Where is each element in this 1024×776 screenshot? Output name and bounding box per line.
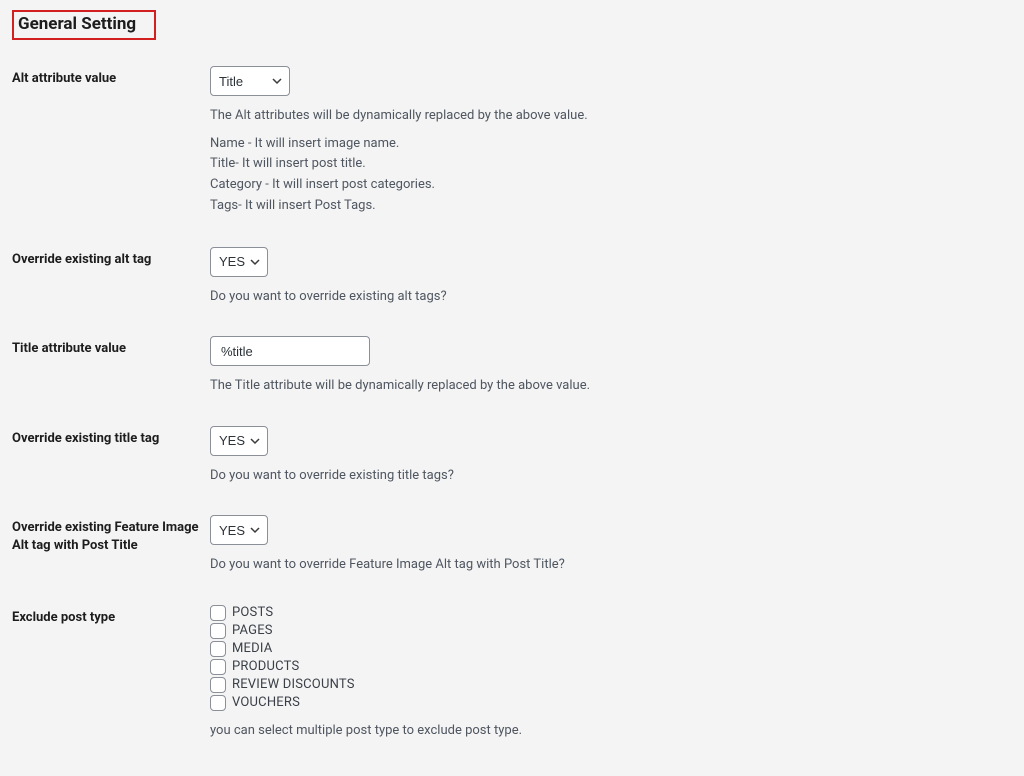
checkbox-label-products[interactable]: PRODUCTS [232, 659, 299, 674]
checkbox-item-review-discounts: REVIEW DISCOUNTS [210, 677, 1012, 693]
checkbox-item-posts: POSTS [210, 605, 1012, 621]
label-title-attribute: Title attribute value [12, 341, 126, 356]
section-title: General Setting [18, 14, 136, 34]
label-override-title: Override existing title tag [12, 431, 159, 446]
explain-tags: Tags- It will insert Post Tags. [210, 196, 1012, 217]
checkbox-item-vouchers: VOUCHERS [210, 695, 1012, 711]
checkbox-label-pages[interactable]: PAGES [232, 623, 273, 638]
override-feature-desc: Do you want to override Feature Image Al… [210, 555, 1012, 575]
override-alt-select[interactable]: YES [210, 247, 268, 277]
checkbox-products[interactable] [210, 659, 226, 675]
explain-title: Title- It will insert post title. [210, 154, 1012, 175]
override-feature-select[interactable]: YES [210, 515, 268, 545]
settings-page: General Setting Alt attribute value Titl… [0, 0, 1024, 776]
checkbox-label-review-discounts[interactable]: REVIEW DISCOUNTS [232, 677, 355, 692]
checkbox-label-posts[interactable]: POSTS [232, 605, 273, 620]
section-title-highlight: General Setting [12, 10, 156, 40]
label-exclude-post-type: Exclude post type [12, 610, 115, 625]
checkbox-media[interactable] [210, 641, 226, 657]
settings-form-table: Alt attribute value Title The Alt attrib… [12, 60, 1012, 764]
checkbox-vouchers[interactable] [210, 695, 226, 711]
alt-attribute-select[interactable]: Title [210, 66, 290, 96]
override-title-select[interactable]: YES [210, 426, 268, 456]
title-attribute-desc: The Title attribute will be dynamically … [210, 376, 1012, 396]
checkbox-item-pages: PAGES [210, 623, 1012, 639]
checkbox-label-media[interactable]: MEDIA [232, 641, 272, 656]
alt-attribute-explain: Name - It will insert image name. Title-… [210, 134, 1012, 217]
checkbox-label-vouchers[interactable]: VOUCHERS [232, 695, 300, 710]
checkbox-posts[interactable] [210, 605, 226, 621]
explain-category: Category - It will insert post categorie… [210, 175, 1012, 196]
label-override-feature: Override existing Feature Image Alt tag … [12, 520, 199, 553]
checkbox-review-discounts[interactable] [210, 677, 226, 693]
label-alt-attribute: Alt attribute value [12, 71, 116, 86]
title-attribute-input[interactable] [210, 336, 370, 366]
checkbox-pages[interactable] [210, 623, 226, 639]
override-alt-desc: Do you want to override existing alt tag… [210, 287, 1012, 307]
override-title-desc: Do you want to override existing title t… [210, 466, 1012, 486]
explain-name: Name - It will insert image name. [210, 134, 1012, 155]
alt-attribute-desc: The Alt attributes will be dynamically r… [210, 106, 1012, 126]
checkbox-item-products: PRODUCTS [210, 659, 1012, 675]
label-override-alt: Override existing alt tag [12, 252, 151, 267]
exclude-post-type-desc: you can select multiple post type to exc… [210, 721, 1012, 741]
checkbox-item-media: MEDIA [210, 641, 1012, 657]
exclude-post-type-list: POSTS PAGES MEDIA PRODUCTS [210, 605, 1012, 711]
